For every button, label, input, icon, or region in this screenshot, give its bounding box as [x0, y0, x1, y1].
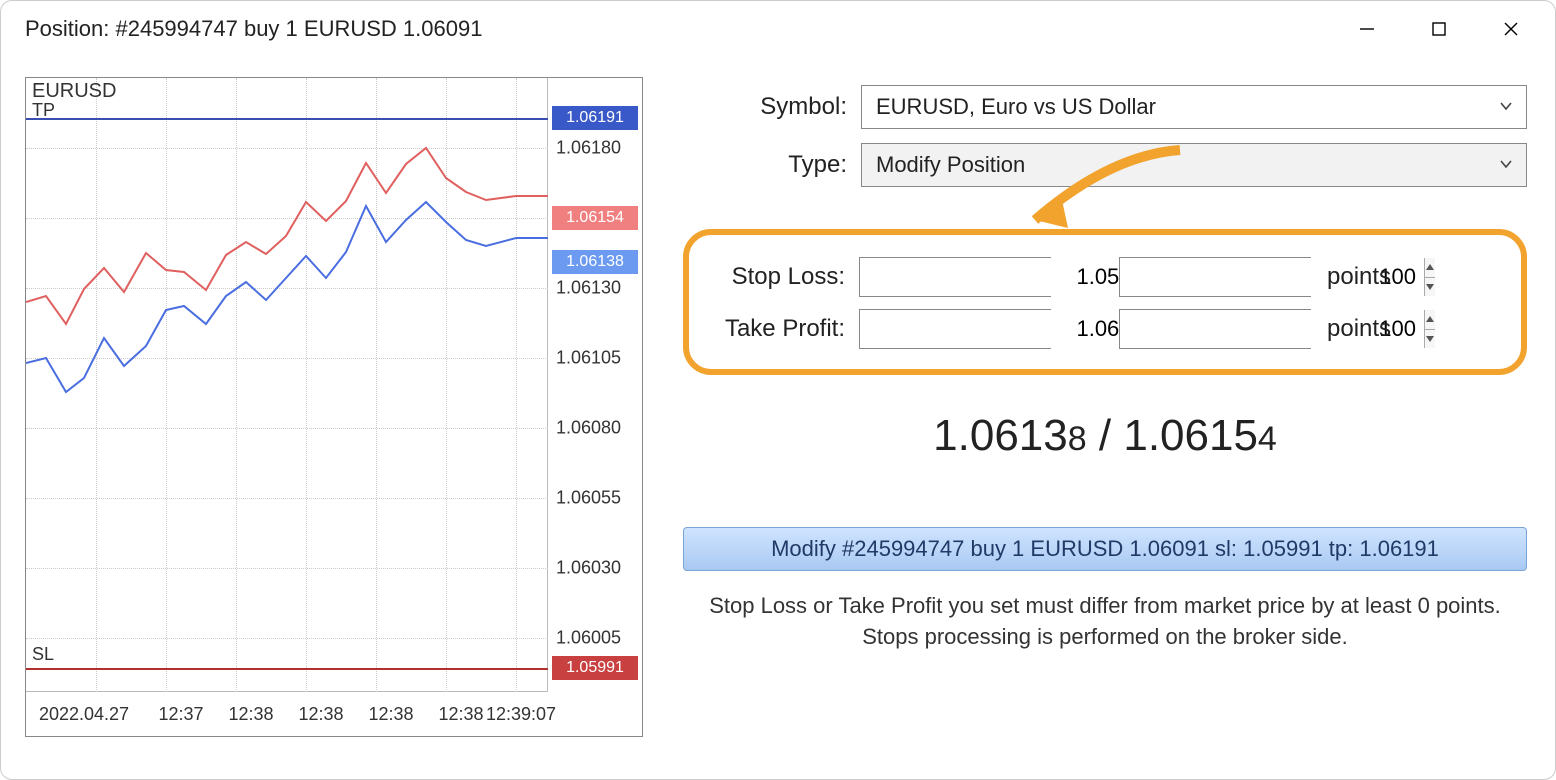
window-controls — [1335, 7, 1543, 51]
bid-last: 8 — [1068, 420, 1087, 458]
sl-tp-highlight-box: Stop Loss: — [683, 229, 1527, 375]
x-axis: 2022.04.27 12:37 12:38 12:38 12:38 12:38… — [26, 692, 548, 736]
price-lines — [26, 78, 548, 692]
sl-points-spinner[interactable] — [1424, 258, 1435, 296]
y-tick: 1.06180 — [556, 138, 621, 159]
quote-display: 1.06138 / 1.06154 — [683, 411, 1527, 461]
quote-separator: / — [1087, 411, 1124, 460]
hint-line1: Stop Loss or Take Profit you set must di… — [683, 591, 1527, 622]
titlebar: Position: #245994747 buy 1 EURUSD 1.0609… — [1, 1, 1555, 57]
spinner-down-icon[interactable] — [1425, 278, 1435, 297]
maximize-button[interactable] — [1407, 7, 1471, 51]
x-tick: 12:38 — [438, 704, 483, 725]
sl-points-input[interactable] — [1119, 257, 1311, 297]
x-tick: 12:38 — [228, 704, 273, 725]
spinner-down-icon[interactable] — [1425, 330, 1435, 349]
x-tick: 12:38 — [298, 704, 343, 725]
tp-price-input[interactable] — [859, 309, 1051, 349]
ask-last: 4 — [1258, 420, 1277, 458]
maximize-icon — [1430, 20, 1448, 38]
ask-main: 1.0615 — [1123, 411, 1258, 460]
x-tick: 12:39:07 — [486, 704, 556, 725]
modify-button-label: Modify #245994747 buy 1 EURUSD 1.06091 s… — [771, 536, 1439, 562]
tp-price-tag: 1.06191 — [552, 106, 638, 130]
sl-label: Stop Loss: — [715, 263, 845, 291]
tp-label: Take Profit: — [715, 315, 845, 343]
chart-panel: EURUSD TP SL 1.06180 1.06130 1.06105 1.0… — [25, 77, 643, 737]
close-button[interactable] — [1479, 7, 1543, 51]
content: EURUSD TP SL 1.06180 1.06130 1.06105 1.0… — [1, 57, 1555, 779]
type-select[interactable]: Modify Position — [861, 143, 1527, 187]
tp-row: Take Profit: — [715, 309, 1495, 349]
points-unit: points — [1327, 315, 1391, 343]
x-tick: 12:37 — [158, 704, 203, 725]
minimize-icon — [1358, 20, 1376, 38]
window-title: Position: #245994747 buy 1 EURUSD 1.0609… — [25, 16, 1335, 42]
spinner-up-icon[interactable] — [1425, 310, 1435, 330]
symbol-select[interactable]: EURUSD, Euro vs US Dollar — [861, 85, 1527, 129]
order-form: Symbol: EURUSD, Euro vs US Dollar Type: … — [683, 77, 1527, 751]
symbol-value: EURUSD, Euro vs US Dollar — [876, 94, 1156, 120]
points-unit: points — [1327, 263, 1391, 291]
sl-price-input[interactable] — [859, 257, 1051, 297]
sl-row: Stop Loss: — [715, 257, 1495, 297]
bid-main: 1.0613 — [933, 411, 1068, 460]
type-row: Type: Modify Position — [683, 143, 1527, 187]
chart-area: EURUSD TP SL — [26, 78, 548, 692]
ask-price-tag: 1.06154 — [552, 206, 638, 230]
bid-price-tag: 1.06138 — [552, 250, 638, 274]
y-tick: 1.06005 — [556, 628, 621, 649]
x-tick: 12:38 — [368, 704, 413, 725]
close-icon — [1502, 20, 1520, 38]
minimize-button[interactable] — [1335, 7, 1399, 51]
chevron-down-icon — [1498, 94, 1514, 120]
modify-button[interactable]: Modify #245994747 buy 1 EURUSD 1.06091 s… — [683, 527, 1527, 571]
hint-line2: Stops processing is performed on the bro… — [683, 622, 1527, 653]
sl-price-tag: 1.05991 — [552, 656, 638, 680]
tp-points-input[interactable] — [1119, 309, 1311, 349]
tp-points-spinner[interactable] — [1424, 310, 1435, 348]
y-tick: 1.06080 — [556, 418, 621, 439]
spinner-up-icon[interactable] — [1425, 258, 1435, 278]
y-tick: 1.06105 — [556, 348, 621, 369]
hint-text: Stop Loss or Take Profit you set must di… — [683, 591, 1527, 653]
symbol-row: Symbol: EURUSD, Euro vs US Dollar — [683, 85, 1527, 129]
x-tick: 2022.04.27 — [39, 704, 129, 725]
chevron-down-icon — [1498, 152, 1514, 178]
y-tick: 1.06130 — [556, 278, 621, 299]
type-label: Type: — [683, 151, 861, 179]
y-tick: 1.06030 — [556, 558, 621, 579]
symbol-label: Symbol: — [683, 93, 861, 121]
window: Position: #245994747 buy 1 EURUSD 1.0609… — [0, 0, 1556, 780]
type-value: Modify Position — [876, 152, 1025, 178]
y-tick: 1.06055 — [556, 488, 621, 509]
